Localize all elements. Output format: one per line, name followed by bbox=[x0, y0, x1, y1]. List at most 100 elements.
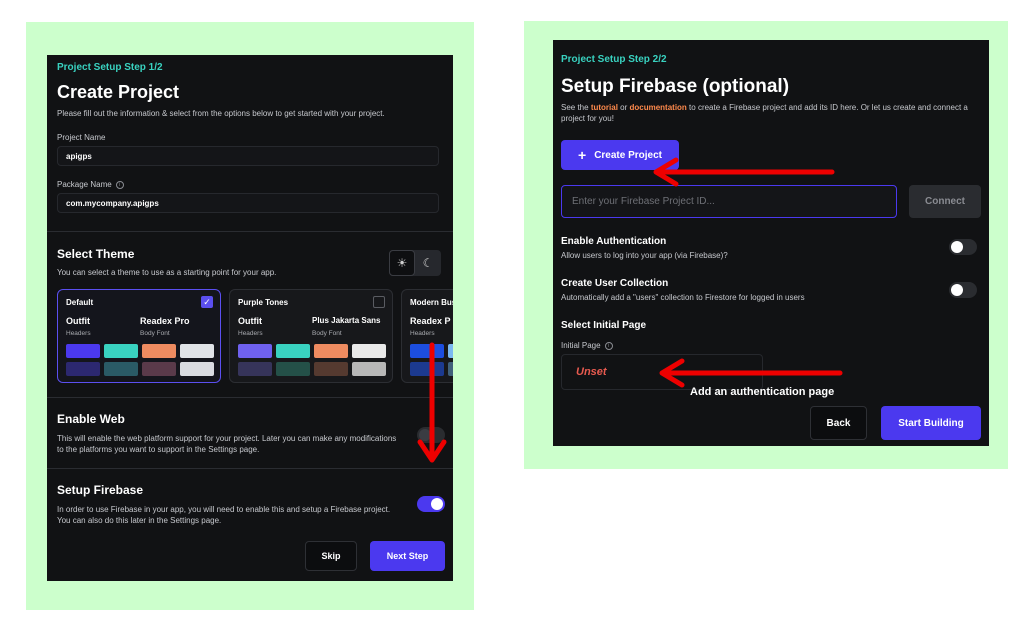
sun-icon: ☀ bbox=[396, 256, 408, 270]
header-role: Headers bbox=[66, 330, 91, 337]
connect-button[interactable]: Connect bbox=[909, 185, 981, 218]
color-swatch bbox=[448, 362, 453, 376]
select-initial-page-title: Select Initial Page bbox=[561, 320, 647, 331]
color-swatch bbox=[66, 344, 100, 358]
toggle-knob bbox=[951, 241, 963, 253]
toggle-knob bbox=[431, 498, 443, 510]
tutorial-link[interactable]: tutorial bbox=[591, 103, 618, 112]
check-icon[interactable]: ✓ bbox=[201, 296, 213, 308]
page-title: Create Project bbox=[57, 82, 180, 102]
skip-button[interactable]: Skip bbox=[305, 541, 357, 571]
body-role: Body Font bbox=[312, 330, 342, 337]
step-label: Project Setup Step 1/2 bbox=[57, 62, 163, 73]
start-building-button[interactable]: Start Building bbox=[881, 406, 981, 440]
color-swatch bbox=[410, 362, 444, 376]
color-swatch bbox=[276, 362, 310, 376]
body-role: Body Font bbox=[140, 330, 170, 337]
color-swatch bbox=[238, 362, 272, 376]
color-swatch bbox=[238, 344, 272, 358]
theme-name: Modern Bus bbox=[410, 298, 453, 307]
enable-auth-description: Allow users to log into your app (via Fi… bbox=[561, 251, 728, 260]
next-step-button[interactable]: Next Step bbox=[370, 541, 445, 571]
create-project-button[interactable]: + Create Project bbox=[561, 140, 679, 170]
dark-mode-button[interactable]: ☾ bbox=[415, 250, 441, 276]
moon-icon: ☾ bbox=[422, 256, 434, 270]
package-name-label-row: Package Name i bbox=[57, 180, 124, 189]
create-user-collection-toggle[interactable] bbox=[949, 282, 977, 298]
theme-card-modern-business[interactable]: Modern Bus Readex P Headers bbox=[401, 289, 453, 383]
color-swatch bbox=[352, 362, 386, 376]
enable-web-title: Enable Web bbox=[57, 412, 125, 426]
create-user-collection-title: Create User Collection bbox=[561, 278, 669, 289]
setup-firebase-description: In order to use Firebase in your app, yo… bbox=[57, 505, 391, 525]
step-label: Project Setup Step 2/2 bbox=[561, 54, 667, 65]
theme-card-default[interactable]: Default ✓ Outfit Headers Readex Pro Body… bbox=[57, 289, 221, 383]
initial-page-selector[interactable]: Unset bbox=[561, 354, 763, 390]
theme-card-purple-tones[interactable]: Purple Tones Outfit Headers Plus Jakarta… bbox=[229, 289, 393, 383]
plus-icon: + bbox=[578, 147, 587, 163]
project-name-label: Project Name bbox=[57, 133, 106, 142]
color-swatch bbox=[276, 344, 310, 358]
header-font: Readex P bbox=[410, 316, 451, 326]
header-role: Headers bbox=[410, 330, 435, 337]
color-swatch bbox=[314, 344, 348, 358]
theme-name: Purple Tones bbox=[238, 298, 289, 307]
page-title: Setup Firebase (optional) bbox=[561, 76, 790, 97]
light-mode-button[interactable]: ☀ bbox=[389, 250, 415, 276]
color-swatch bbox=[66, 362, 100, 376]
divider bbox=[47, 468, 453, 469]
back-button[interactable]: Back bbox=[810, 406, 867, 440]
annotation-text: Add an authentication page bbox=[690, 386, 835, 398]
checkbox[interactable] bbox=[373, 296, 385, 308]
desc-text: or bbox=[617, 103, 630, 112]
create-project-label: Create Project bbox=[594, 149, 662, 161]
color-swatch bbox=[142, 344, 176, 358]
project-name-input[interactable]: apigps bbox=[57, 146, 439, 166]
theme-name: Default bbox=[66, 298, 94, 307]
toggle-knob bbox=[419, 429, 431, 441]
body-font: Readex Pro bbox=[140, 316, 190, 326]
color-swatch bbox=[180, 344, 214, 358]
info-icon: i bbox=[115, 180, 124, 189]
color-swatch bbox=[104, 362, 138, 376]
divider bbox=[47, 397, 453, 398]
header-font: Outfit bbox=[238, 316, 262, 326]
initial-page-label-row: Initial Page i bbox=[561, 341, 613, 350]
documentation-link[interactable]: documentation bbox=[629, 103, 686, 112]
package-name-input[interactable]: com.mycompany.apigps bbox=[57, 193, 439, 213]
color-swatch bbox=[180, 362, 214, 376]
color-swatch bbox=[142, 362, 176, 376]
body-font: Plus Jakarta Sans bbox=[312, 316, 381, 325]
desc-text: See the bbox=[561, 103, 591, 112]
enable-auth-title: Enable Authentication bbox=[561, 236, 667, 247]
create-user-collection-description: Automatically add a "users" collection t… bbox=[561, 293, 805, 302]
enable-web-description: This will enable the web platform suppor… bbox=[57, 434, 397, 454]
toggle-knob bbox=[951, 284, 963, 296]
setup-firebase-title: Setup Firebase bbox=[57, 483, 144, 497]
info-icon: i bbox=[604, 341, 613, 350]
color-swatch bbox=[352, 344, 386, 358]
select-theme-title: Select Theme bbox=[57, 247, 135, 261]
color-swatch bbox=[314, 362, 348, 376]
firebase-project-id-input[interactable]: Enter your Firebase Project ID... bbox=[561, 185, 897, 218]
select-theme-description: You can select a theme to use as a start… bbox=[57, 268, 277, 277]
enable-web-toggle[interactable] bbox=[417, 427, 445, 443]
package-name-label: Package Name bbox=[57, 180, 112, 189]
create-project-panel: Project Setup Step 1/2 Create Project Pl… bbox=[47, 55, 453, 581]
color-swatch bbox=[104, 344, 138, 358]
header-font: Outfit bbox=[66, 316, 90, 326]
project-name-value: apigps bbox=[66, 151, 92, 161]
color-swatch bbox=[410, 344, 444, 358]
theme-mode-toggle: ☀ ☾ bbox=[389, 250, 441, 276]
page-description: See the tutorial or documentation to cre… bbox=[561, 102, 971, 124]
setup-firebase-toggle[interactable] bbox=[417, 496, 445, 512]
color-swatch bbox=[448, 344, 453, 358]
initial-page-label: Initial Page bbox=[561, 341, 601, 350]
enable-auth-toggle[interactable] bbox=[949, 239, 977, 255]
header-role: Headers bbox=[238, 330, 263, 337]
project-id-placeholder: Enter your Firebase Project ID... bbox=[572, 196, 715, 207]
package-name-value: com.mycompany.apigps bbox=[66, 198, 159, 208]
initial-page-value: Unset bbox=[576, 366, 607, 378]
divider bbox=[47, 231, 453, 232]
page-description: Please fill out the information & select… bbox=[57, 109, 385, 118]
